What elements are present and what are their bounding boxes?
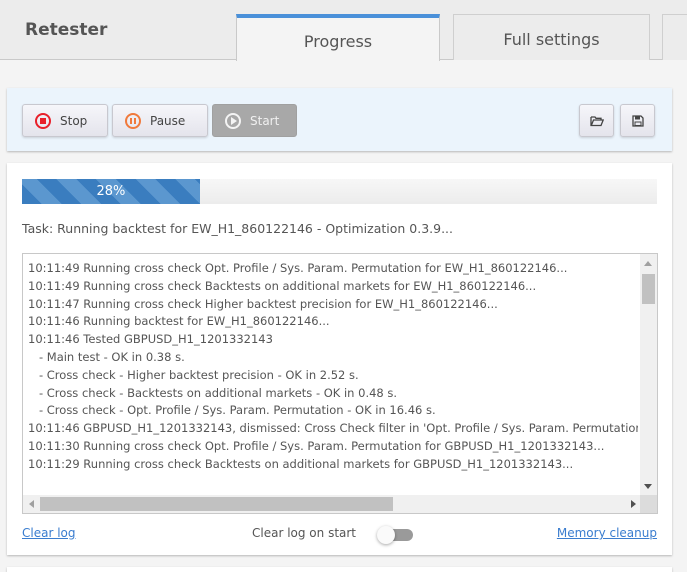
pause-button[interactable]: Pause	[112, 104, 208, 137]
scroll-right-arrow-icon[interactable]	[631, 500, 636, 508]
open-button[interactable]	[579, 104, 614, 137]
progress-percent: 28%	[96, 184, 126, 199]
progress-panel: 28% Task: Running backtest for EW_H1_860…	[7, 163, 672, 555]
floppy-disk-icon	[631, 114, 644, 127]
tab-full-settings[interactable]: Full settings	[453, 14, 650, 60]
stop-button[interactable]: Stop	[22, 104, 108, 137]
log-line: 10:11:29 Running cross check Backtests o…	[28, 456, 574, 471]
toggle-knob	[377, 526, 395, 544]
scroll-corner	[640, 495, 657, 513]
task-status: Task: Running backtest for EW_H1_8601221…	[22, 221, 454, 236]
memory-cleanup-link[interactable]: Memory cleanup	[557, 526, 657, 540]
pause-icon	[125, 112, 141, 129]
log-line: 10:11:49 Running cross check Backtests o…	[28, 278, 537, 293]
clear-log-on-start-label: Clear log on start	[252, 526, 357, 540]
log-line: 10:11:47 Running cross check Higher back…	[28, 296, 498, 311]
scroll-left-arrow-icon[interactable]	[29, 500, 34, 508]
horizontal-scrollbar[interactable]	[23, 495, 642, 513]
vertical-scrollbar[interactable]	[640, 254, 657, 496]
header: Retester Progress Full settings	[0, 0, 687, 61]
next-panel	[7, 567, 672, 572]
log-line: 10:11:46 Tested GBPUSD_H1_1201332143	[28, 332, 273, 347]
log-line: 10:11:46 GBPUSD_H1_1201332143, dismissed…	[28, 421, 638, 436]
log-lines: 10:11:49 Running cross check Opt. Profil…	[28, 260, 638, 488]
log-line: - Cross check - Opt. Profile / Sys. Para…	[28, 403, 436, 418]
toolbar: Stop Pause Start	[7, 88, 672, 151]
log-line: - Cross check - Backtests on additional …	[28, 385, 398, 400]
tab-progress[interactable]: Progress	[236, 14, 440, 61]
scroll-up-arrow-icon[interactable]	[644, 261, 652, 266]
horizontal-scroll-thumb[interactable]	[40, 497, 393, 511]
save-button[interactable]	[620, 104, 655, 137]
start-button[interactable]: Start	[212, 104, 297, 137]
play-icon	[225, 112, 241, 129]
log-line: 10:11:46 Running backtest for EW_H1_8601…	[28, 314, 330, 329]
scroll-down-arrow-icon[interactable]	[644, 484, 652, 489]
clear-log-on-start-toggle[interactable]	[377, 526, 414, 544]
log-line: - Main test - OK in 0.38 s.	[28, 349, 185, 364]
progress-fill: 28%	[22, 179, 200, 204]
stop-label: Stop	[60, 113, 88, 128]
progress-bar: 28%	[22, 179, 657, 204]
pause-label: Pause	[150, 113, 186, 128]
app-title: Retester	[25, 20, 108, 40]
folder-open-icon	[589, 115, 604, 126]
start-label: Start	[250, 113, 280, 128]
vertical-scroll-thumb[interactable]	[642, 274, 655, 304]
log-line: 10:11:30 Running cross check Opt. Profil…	[28, 438, 605, 453]
clear-log-link[interactable]: Clear log	[22, 526, 76, 540]
log-line: 10:11:49 Running cross check Opt. Profil…	[28, 261, 568, 275]
tab-next[interactable]	[662, 14, 687, 60]
log-line: - Cross check - Higher backtest precisio…	[28, 367, 359, 382]
log-box[interactable]: 10:11:49 Running cross check Opt. Profil…	[22, 253, 658, 514]
stop-icon	[35, 112, 51, 129]
